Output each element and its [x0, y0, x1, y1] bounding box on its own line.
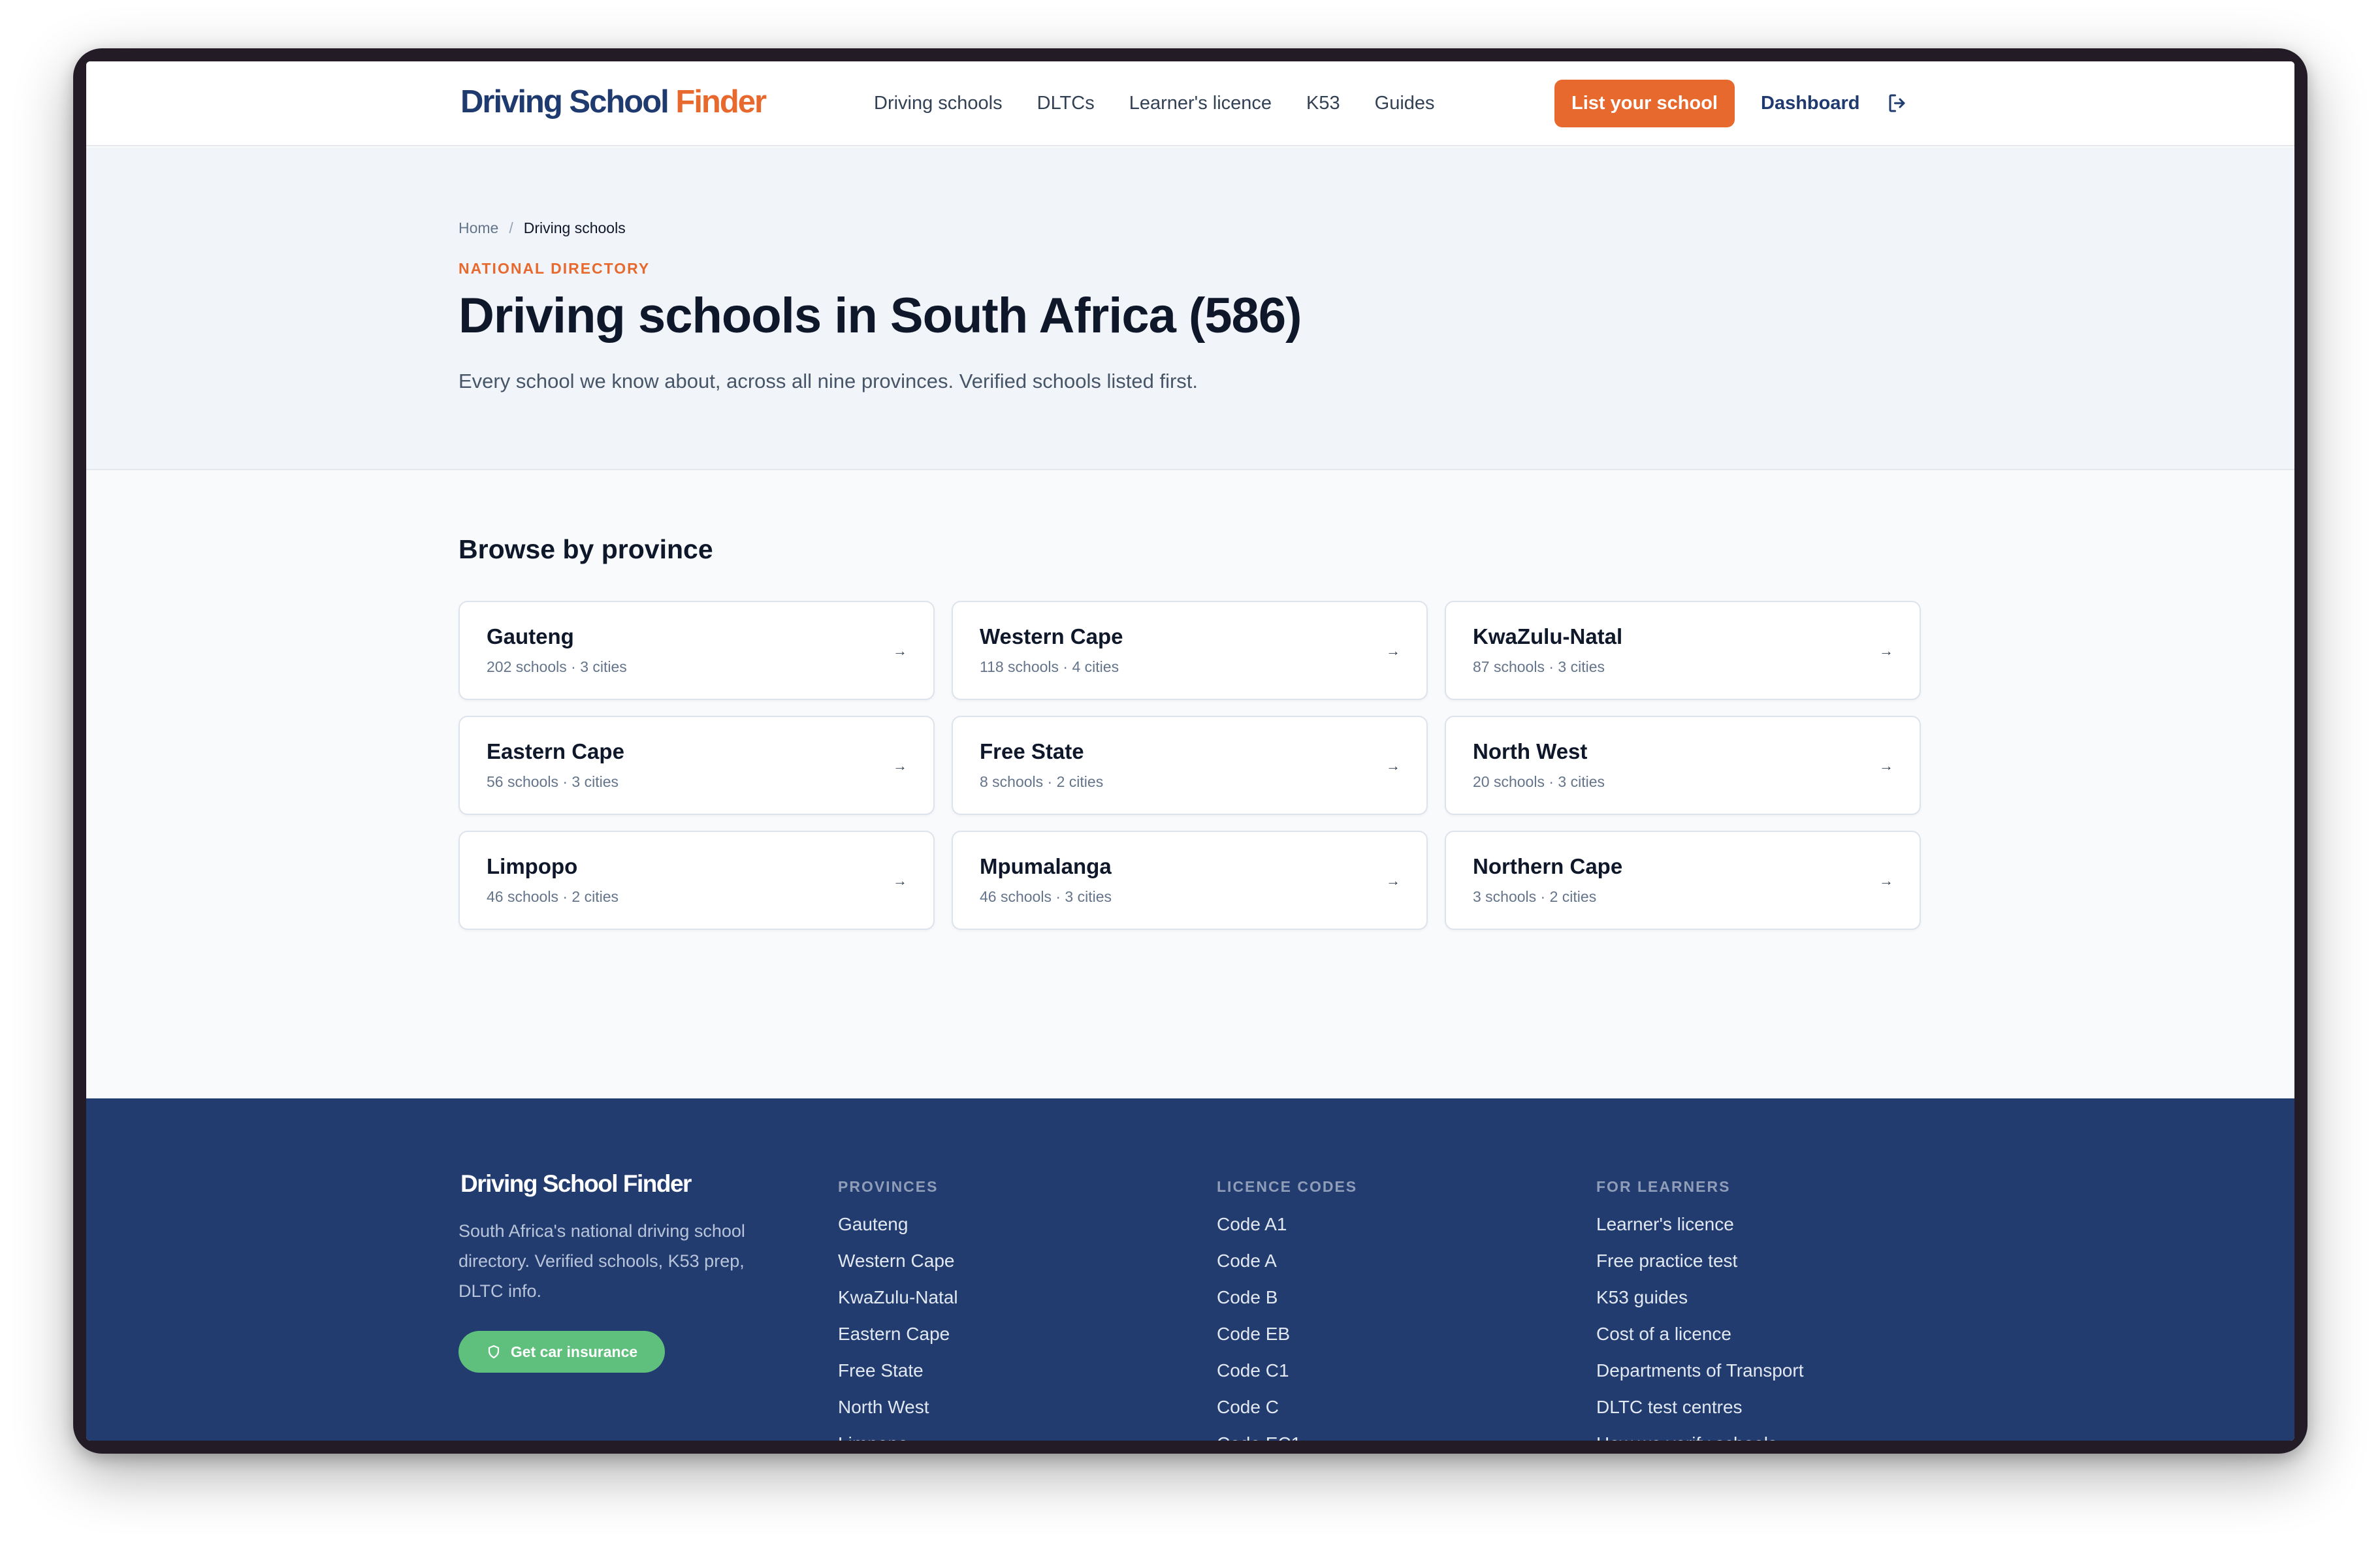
- province-card-western-cape[interactable]: Western Cape 118 schools · 4 cities →: [952, 601, 1428, 700]
- site-logo[interactable]: Driving School Finder: [460, 84, 767, 120]
- footer-link[interactable]: Code C1: [1217, 1358, 1357, 1394]
- browse-section-title: Browse by province: [458, 534, 713, 564]
- footer-link[interactable]: Code EB: [1217, 1321, 1357, 1358]
- province-meta: 20 schools · 3 cities: [1473, 773, 1605, 790]
- page-title: Driving schools in South Africa (586): [458, 288, 1302, 343]
- breadcrumb-current: Driving schools: [523, 219, 626, 236]
- nav-guides[interactable]: Guides: [1375, 93, 1435, 114]
- nav-driving-schools[interactable]: Driving schools: [874, 93, 1003, 114]
- dashboard-link[interactable]: Dashboard: [1761, 93, 1859, 114]
- site-header: Driving School Finder Driving schools DL…: [86, 61, 2294, 146]
- province-name: KwaZulu-Natal: [1473, 624, 1623, 648]
- province-meta: 3 schools · 2 cities: [1473, 888, 1597, 905]
- footer-link[interactable]: KwaZulu-Natal: [838, 1285, 958, 1321]
- browser-viewport: Driving School Finder Driving schools DL…: [86, 61, 2294, 1441]
- footer-link[interactable]: Gauteng: [838, 1211, 958, 1248]
- province-meta: 56 schools · 3 cities: [487, 773, 619, 790]
- footer-link[interactable]: Code C: [1217, 1394, 1357, 1431]
- arrow-right-icon: →: [893, 643, 907, 659]
- province-name: North West: [1473, 739, 1588, 763]
- arrow-right-icon: →: [1879, 872, 1893, 889]
- footer-link[interactable]: Code A: [1217, 1248, 1357, 1285]
- province-name: Free State: [980, 739, 1084, 763]
- province-meta: 46 schools · 2 cities: [487, 888, 619, 905]
- province-meta: 202 schools · 3 cities: [487, 658, 627, 675]
- arrow-right-icon: →: [1386, 872, 1400, 889]
- arrow-right-icon: →: [893, 758, 907, 774]
- footer-link[interactable]: Code EC1: [1217, 1431, 1357, 1441]
- main-nav: Driving schools DLTCs Learner's licence …: [874, 93, 1470, 114]
- footer-link[interactable]: North West: [838, 1394, 958, 1431]
- province-meta: 8 schools · 2 cities: [980, 773, 1104, 790]
- footer-link[interactable]: Cost of a licence: [1596, 1321, 1803, 1358]
- insurance-button-label: Get car insurance: [510, 1343, 638, 1360]
- footer-logo[interactable]: Driving School Finder: [460, 1170, 692, 1198]
- province-name: Mpumalanga: [980, 854, 1112, 878]
- province-name: Eastern Cape: [487, 739, 624, 763]
- list-your-school-button[interactable]: List your school: [1554, 80, 1735, 127]
- province-card-eastern-cape[interactable]: Eastern Cape 56 schools · 3 cities →: [458, 716, 935, 815]
- footer-column-heading: FOR LEARNERS: [1596, 1178, 1731, 1195]
- footer-link[interactable]: Code B: [1217, 1285, 1357, 1321]
- province-meta: 118 schools · 4 cities: [980, 658, 1119, 675]
- arrow-right-icon: →: [1879, 758, 1893, 774]
- province-card-kwazulu-natal[interactable]: KwaZulu-Natal 87 schools · 3 cities →: [1445, 601, 1921, 700]
- province-name: Northern Cape: [1473, 854, 1623, 878]
- footer-column-heading: LICENCE CODES: [1217, 1178, 1358, 1195]
- province-grid: Gauteng 202 schools · 3 cities → Western…: [458, 601, 1921, 930]
- breadcrumb-home[interactable]: Home: [458, 219, 498, 236]
- footer-link[interactable]: Free State: [838, 1358, 958, 1394]
- nav-learners-licence[interactable]: Learner's licence: [1129, 93, 1272, 114]
- page-subtitle: Every school we know about, across all n…: [458, 370, 1198, 392]
- province-card-north-west[interactable]: North West 20 schools · 3 cities →: [1445, 716, 1921, 815]
- footer-column-heading: PROVINCES: [838, 1178, 939, 1195]
- breadcrumb: Home / Driving schools: [458, 219, 626, 237]
- arrow-right-icon: →: [893, 872, 907, 889]
- footer-link[interactable]: Limpopo: [838, 1431, 958, 1441]
- province-name: Limpopo: [487, 854, 578, 878]
- footer-link[interactable]: Free practice test: [1596, 1248, 1803, 1285]
- logout-icon[interactable]: [1886, 91, 1910, 115]
- province-name: Gauteng: [487, 624, 574, 648]
- footer-link[interactable]: Eastern Cape: [838, 1321, 958, 1358]
- footer-column-provinces: PROVINCES Gauteng Western Cape KwaZulu-N…: [838, 1178, 958, 1441]
- footer-link[interactable]: DLTC test centres: [1596, 1394, 1803, 1431]
- province-card-northern-cape[interactable]: Northern Cape 3 schools · 2 cities →: [1445, 831, 1921, 930]
- nav-k53[interactable]: K53: [1306, 93, 1340, 114]
- province-name: Western Cape: [980, 624, 1123, 648]
- arrow-right-icon: →: [1386, 758, 1400, 774]
- get-car-insurance-button[interactable]: Get car insurance: [458, 1331, 665, 1373]
- footer-link[interactable]: Learner's licence: [1596, 1211, 1803, 1248]
- eyebrow-label: NATIONAL DIRECTORY: [458, 260, 651, 277]
- province-card-free-state[interactable]: Free State 8 schools · 2 cities →: [952, 716, 1428, 815]
- province-card-mpumalanga[interactable]: Mpumalanga 46 schools · 3 cities →: [952, 831, 1428, 930]
- province-card-limpopo[interactable]: Limpopo 46 schools · 2 cities →: [458, 831, 935, 930]
- footer-link[interactable]: Departments of Transport: [1596, 1358, 1803, 1394]
- footer-description: South Africa's national driving school d…: [458, 1221, 745, 1301]
- hero-section: Home / Driving schools NATIONAL DIRECTORY …: [86, 148, 2294, 470]
- footer-link[interactable]: How we verify schools: [1596, 1431, 1803, 1441]
- footer-column-for-learners: FOR LEARNERS Learner's licence Free prac…: [1596, 1178, 1803, 1441]
- footer-link[interactable]: K53 guides: [1596, 1285, 1803, 1321]
- province-meta: 87 schools · 3 cities: [1473, 658, 1605, 675]
- footer-link[interactable]: Western Cape: [838, 1248, 958, 1285]
- arrow-right-icon: →: [1879, 643, 1893, 659]
- nav-dltcs[interactable]: DLTCs: [1037, 93, 1095, 114]
- device-frame: Driving School Finder Driving schools DL…: [73, 48, 2308, 1454]
- shield-icon: [488, 1345, 499, 1359]
- arrow-right-icon: →: [1386, 643, 1400, 659]
- footer-link[interactable]: Code A1: [1217, 1211, 1357, 1248]
- logo-text-primary: Driving School: [460, 84, 669, 120]
- province-card-gauteng[interactable]: Gauteng 202 schools · 3 cities →: [458, 601, 935, 700]
- logo-text-accent: Finder: [675, 84, 767, 120]
- footer-column-licence-codes: LICENCE CODES Code A1 Code A Code B Code…: [1217, 1178, 1357, 1441]
- province-meta: 46 schools · 3 cities: [980, 888, 1112, 905]
- breadcrumb-separator: /: [509, 219, 513, 236]
- site-footer: Driving School Finder South Africa's nat…: [86, 1098, 2294, 1441]
